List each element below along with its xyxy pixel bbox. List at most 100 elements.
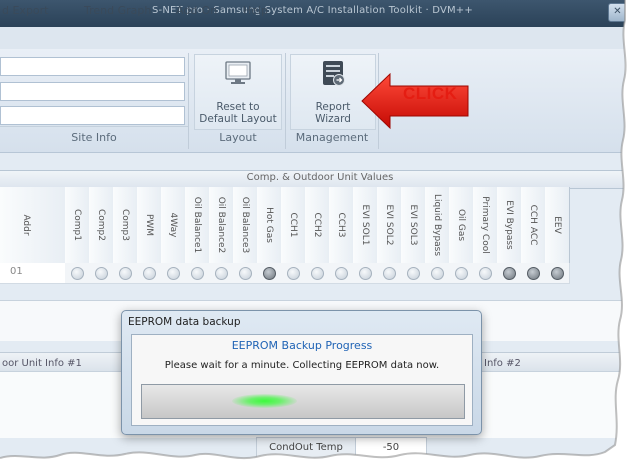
col-header-label: EVI SOL2 xyxy=(384,204,394,246)
col-header-label: CCH ACC xyxy=(528,204,538,246)
ribbon-separator xyxy=(285,53,286,149)
status-cell xyxy=(89,263,114,284)
status-led-icon xyxy=(95,267,108,280)
status-led-icon xyxy=(383,267,396,280)
col-header[interactable]: EEV xyxy=(545,187,570,264)
col-header-label: EVI Bypass xyxy=(504,200,514,250)
menu-bar xyxy=(0,27,625,50)
col-header[interactable]: EVI SOL2 xyxy=(377,187,402,264)
status-cell xyxy=(113,263,138,284)
status-led-icon xyxy=(311,267,324,280)
group-label-site-info: Site Info xyxy=(71,131,117,144)
status-led-icon xyxy=(119,267,132,280)
monitor-icon xyxy=(225,61,251,84)
progress-indicator xyxy=(232,394,297,408)
group-label-layout: Layout xyxy=(219,131,257,144)
col-header-label: Oil Balance2 xyxy=(216,196,226,254)
status-led-icon xyxy=(167,267,180,280)
site-info-divider xyxy=(0,126,188,127)
backup-progress-bar xyxy=(141,384,465,419)
col-header[interactable]: Oil Gas xyxy=(449,187,474,264)
col-header[interactable]: Comp1 xyxy=(65,187,90,264)
col-header[interactable]: PWM xyxy=(137,187,162,264)
col-header[interactable]: Hot Gas xyxy=(257,187,282,264)
col-header[interactable]: EVI Bypass xyxy=(497,187,522,264)
status-cell xyxy=(233,263,258,284)
addr-value: 01 xyxy=(10,266,23,277)
status-cell xyxy=(185,263,210,284)
status-cell xyxy=(473,263,498,284)
col-header[interactable]: Comp2 xyxy=(89,187,114,264)
status-led-icon xyxy=(479,267,492,280)
status-cell xyxy=(521,263,546,284)
status-cell xyxy=(281,263,306,284)
menu-item-export[interactable]: d Export xyxy=(2,4,49,17)
status-led-icon xyxy=(551,267,564,280)
col-header[interactable]: CCH1 xyxy=(281,187,306,264)
addr-cell[interactable]: 01 xyxy=(0,263,66,284)
status-led-icon xyxy=(191,267,204,280)
status-cell xyxy=(497,263,522,284)
ribbon-separator xyxy=(188,53,189,149)
status-led-icon xyxy=(527,267,540,280)
site-info-field-3[interactable] xyxy=(0,106,185,125)
dialog-message: Please wait for a minute. Collecting EEP… xyxy=(164,360,440,371)
col-header[interactable]: Comp3 xyxy=(113,187,138,264)
col-header-label: Primary Cool xyxy=(480,196,490,254)
col-header-label: EEV xyxy=(552,216,562,234)
status-cell xyxy=(137,263,162,284)
col-header[interactable]: EVI SOL1 xyxy=(353,187,378,264)
menu-item-help[interactable]: Help xyxy=(243,4,268,17)
col-header-addr[interactable]: Addr xyxy=(0,187,66,264)
condout-temp-value: -50 xyxy=(355,437,427,459)
col-header-label: CCH2 xyxy=(312,212,322,238)
status-cell xyxy=(401,263,426,284)
col-header-label: CCH1 xyxy=(288,212,298,238)
status-led-icon xyxy=(239,267,252,280)
status-led-icon xyxy=(287,267,300,280)
reset-layout-label-2: Default Layout xyxy=(199,113,277,125)
site-info-field-2[interactable] xyxy=(0,82,185,101)
status-led-icon xyxy=(503,267,516,280)
col-header[interactable]: EVI SOL3 xyxy=(401,187,426,264)
status-led-icon xyxy=(359,267,372,280)
col-header-label: Comp3 xyxy=(120,209,130,241)
col-header[interactable]: Oil Balance1 xyxy=(185,187,210,264)
col-header[interactable]: Oil Balance3 xyxy=(233,187,258,264)
status-cell xyxy=(377,263,402,284)
menu-item-add-on[interactable]: Add-On xyxy=(176,4,217,17)
menu-item-trend-graph[interactable]: Trend Graph xyxy=(84,4,151,17)
col-header[interactable]: CCH ACC xyxy=(521,187,546,264)
reset-layout-button[interactable]: Reset to Default Layout xyxy=(194,54,282,130)
status-cell xyxy=(545,263,570,284)
col-header-label: Comp1 xyxy=(72,209,82,241)
col-header-label: PWM xyxy=(144,213,154,237)
reset-layout-label-1: Reset to xyxy=(216,101,260,113)
site-info-field-1[interactable] xyxy=(0,57,185,76)
col-header-label: Oil Balance3 xyxy=(240,196,250,254)
status-cell xyxy=(161,263,186,284)
group-label-management: Management xyxy=(295,131,369,144)
click-callout-text: CLICK xyxy=(403,84,458,103)
status-cell xyxy=(449,263,474,284)
status-led-icon xyxy=(407,267,420,280)
eeprom-backup-dialog: EEPROM data backup EEPROM Backup Progres… xyxy=(121,310,482,435)
col-header[interactable]: Liquid Bypass xyxy=(425,187,450,264)
status-led-icon xyxy=(455,267,468,280)
status-cell xyxy=(257,263,282,284)
status-led-icon xyxy=(71,267,84,280)
status-led-icon xyxy=(335,267,348,280)
col-header[interactable]: 4Way xyxy=(161,187,186,264)
col-header[interactable]: Primary Cool xyxy=(473,187,498,264)
report-wizard-icon xyxy=(323,61,345,86)
status-cell xyxy=(353,263,378,284)
col-header[interactable]: CCH3 xyxy=(329,187,354,264)
status-led-icon xyxy=(215,267,228,280)
close-button[interactable]: ✕ xyxy=(608,3,627,22)
col-header-label: EVI SOL1 xyxy=(360,204,370,246)
col-header-label: Hot Gas xyxy=(264,207,274,243)
col-header-label: Liquid Bypass xyxy=(432,193,442,257)
col-header[interactable]: Oil Balance2 xyxy=(209,187,234,264)
col-header-label: EVI SOL3 xyxy=(408,204,418,246)
col-header[interactable]: CCH2 xyxy=(305,187,330,264)
